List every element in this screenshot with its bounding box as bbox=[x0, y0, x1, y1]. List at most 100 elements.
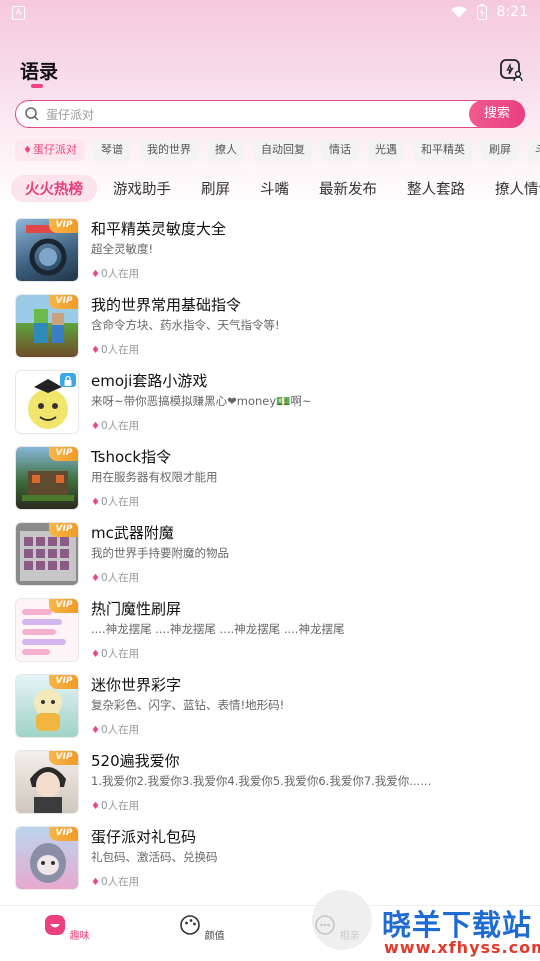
notification-icon: A bbox=[12, 6, 25, 20]
fire-icon: ♦ bbox=[91, 801, 100, 812]
search-bar: 搜索 bbox=[15, 100, 525, 128]
item-thumbnail: VIP bbox=[15, 826, 79, 890]
item-thumbnail: VIP bbox=[15, 218, 79, 282]
search-icon bbox=[25, 107, 39, 121]
item-thumbnail: VIP bbox=[15, 674, 79, 738]
item-description: ....神龙摆尾 ....神龙摆尾 ....神龙摆尾 ....神龙摆尾 bbox=[91, 622, 345, 636]
item-usage: ♦0人在用 bbox=[91, 646, 139, 661]
tab-latest[interactable]: 最新发布 bbox=[319, 178, 377, 199]
item-thumbnail: VIP bbox=[15, 598, 79, 662]
usage-count: 0人在用 bbox=[100, 876, 140, 888]
list-item[interactable]: VIP 和平精英灵敏度大全 超全灵敏度! ♦0人在用 bbox=[0, 214, 540, 290]
item-thumbnail bbox=[15, 370, 79, 434]
item-usage: ♦0人在用 bbox=[91, 798, 139, 813]
fun-icon bbox=[45, 915, 66, 935]
nav-fun-label: 趣味 bbox=[69, 931, 90, 942]
fire-icon: ♦ bbox=[23, 145, 32, 156]
vip-badge: VIP bbox=[49, 827, 78, 841]
page-title: 语录 bbox=[20, 61, 59, 83]
fire-icon: ♦ bbox=[91, 269, 100, 280]
list-item[interactable]: VIP 热门魔性刷屏 ....神龙摆尾 ....神龙摆尾 ....神龙摆尾 ..… bbox=[0, 594, 540, 670]
vip-badge: VIP bbox=[49, 219, 78, 233]
tab-game-helper[interactable]: 游戏助手 bbox=[113, 178, 171, 199]
usage-count: 0人在用 bbox=[100, 344, 140, 356]
nav-face[interactable]: 颜值 bbox=[172, 914, 232, 942]
tab-pranks[interactable]: 整人套路 bbox=[407, 178, 465, 199]
item-title: mc武器附魔 bbox=[91, 524, 174, 542]
item-description: 含命令方块、药水指令、天气指令等! bbox=[91, 318, 280, 332]
chip-keyword[interactable]: 情话 bbox=[320, 139, 359, 161]
vip-badge: VIP bbox=[49, 295, 78, 309]
search-button[interactable]: 搜索 bbox=[469, 100, 525, 128]
tab-spam[interactable]: 刷屏 bbox=[201, 178, 230, 199]
fire-icon: ♦ bbox=[91, 573, 100, 584]
item-title: 热门魔性刷屏 bbox=[91, 600, 182, 618]
battery-icon bbox=[476, 4, 487, 20]
usage-count: 0人在用 bbox=[100, 268, 140, 280]
watermark-sheep-logo bbox=[312, 890, 372, 950]
palette-icon bbox=[180, 915, 201, 935]
item-description: 超全灵敏度! bbox=[91, 242, 154, 256]
item-description: 我的世界手持要附魔的物品 bbox=[91, 546, 229, 560]
list-item[interactable]: VIP 迷你世界彩字 复杂彩色、闪字、蓝钻、表情!地形码! ♦0人在用 bbox=[0, 670, 540, 746]
list-item[interactable]: VIP 我的世界常用基础指令 含命令方块、药水指令、天气指令等! ♦0人在用 bbox=[0, 290, 540, 366]
usage-count: 0人在用 bbox=[100, 648, 140, 660]
category-tabs: 火火热榜 游戏助手 刷屏 斗嘴 最新发布 整人套路 撩人情话 bbox=[11, 174, 540, 202]
item-usage: ♦0人在用 bbox=[91, 874, 139, 889]
list-item[interactable]: VIP 蛋仔派对礼包码 礼包码、激活码、兑换码 ♦0人在用 bbox=[0, 822, 540, 898]
fire-icon: ♦ bbox=[91, 497, 100, 508]
item-title: emoji套路小游戏 bbox=[91, 372, 208, 390]
nav-face-label: 颜值 bbox=[204, 931, 225, 942]
item-usage: ♦0人在用 bbox=[91, 266, 139, 281]
list-item[interactable]: emoji套路小游戏 来呀~带你恶搞模拟赚黑心❤money💵啊~ ♦0人在用 bbox=[0, 366, 540, 442]
tab-flirting[interactable]: 撩人情话 bbox=[495, 178, 540, 199]
nav-fun[interactable]: 趣味 bbox=[37, 914, 97, 942]
item-title: 我的世界常用基础指令 bbox=[91, 296, 242, 314]
item-thumbnail: VIP bbox=[15, 522, 79, 586]
chip-keyword[interactable]: 光遇 bbox=[366, 139, 405, 161]
item-thumbnail: VIP bbox=[15, 750, 79, 814]
item-title: 迷你世界彩字 bbox=[91, 676, 182, 694]
clock: 8:21 bbox=[496, 4, 528, 20]
item-description: 礼包码、激活码、兑换码 bbox=[91, 850, 218, 864]
list-item[interactable]: VIP Tshock指令 用在服务器有权限才能用 ♦0人在用 bbox=[0, 442, 540, 518]
item-usage: ♦0人在用 bbox=[91, 418, 139, 433]
tab-banter[interactable]: 斗嘴 bbox=[260, 178, 289, 199]
contribute-icon[interactable] bbox=[498, 57, 524, 83]
fire-icon: ♦ bbox=[91, 421, 100, 432]
vip-badge: VIP bbox=[49, 751, 78, 765]
item-title: Tshock指令 bbox=[91, 448, 172, 466]
tab-hot[interactable]: 火火热榜 bbox=[11, 174, 97, 202]
chip-keyword[interactable]: 和平精英 bbox=[412, 139, 473, 161]
list-item[interactable]: VIP mc武器附魔 我的世界手持要附魔的物品 ♦0人在用 bbox=[0, 518, 540, 594]
search-input[interactable] bbox=[44, 104, 428, 126]
chip-keyword[interactable]: ♦蛋仔派对 bbox=[15, 139, 85, 161]
item-title: 和平精英灵敏度大全 bbox=[91, 220, 227, 238]
chip-keyword[interactable]: 自动回复 bbox=[252, 139, 313, 161]
lock-icon bbox=[60, 373, 76, 387]
chip-keyword[interactable]: 刷屏 bbox=[480, 139, 519, 161]
chip-keyword[interactable]: 斗嘴 bbox=[526, 139, 540, 161]
chip-label: 蛋仔派对 bbox=[32, 143, 77, 156]
usage-count: 0人在用 bbox=[100, 420, 140, 432]
item-description: 用在服务器有权限才能用 bbox=[91, 470, 218, 484]
vip-badge: VIP bbox=[49, 447, 78, 461]
item-usage: ♦0人在用 bbox=[91, 494, 139, 509]
vip-badge: VIP bbox=[49, 599, 78, 613]
content-list: VIP 和平精英灵敏度大全 超全灵敏度! ♦0人在用 VIP 我的世界常用基础指… bbox=[0, 214, 540, 898]
item-usage: ♦0人在用 bbox=[91, 570, 139, 585]
status-bar: A 8:21 bbox=[0, 0, 540, 26]
vip-badge: VIP bbox=[49, 523, 78, 537]
chip-keyword[interactable]: 琴谱 bbox=[92, 139, 131, 161]
item-description: 1.我爱你2.我爱你3.我爱你4.我爱你5.我爱你6.我爱你7.我爱你.....… bbox=[91, 774, 432, 788]
watermark-url: www.xfhyss.com bbox=[384, 938, 540, 957]
fire-icon: ♦ bbox=[91, 725, 100, 736]
item-usage: ♦0人在用 bbox=[91, 342, 139, 357]
chip-keyword[interactable]: 我的世界 bbox=[138, 139, 199, 161]
fire-icon: ♦ bbox=[91, 345, 100, 356]
hot-keyword-chips: ♦蛋仔派对 琴谱 我的世界 撩人 自动回复 情话 光遇 和平精英 刷屏 斗嘴 bbox=[15, 139, 540, 161]
chip-keyword[interactable]: 撩人 bbox=[206, 139, 245, 161]
item-thumbnail: VIP bbox=[15, 294, 79, 358]
item-description: 复杂彩色、闪字、蓝钻、表情!地形码! bbox=[91, 698, 285, 712]
list-item[interactable]: VIP 520遍我爱你 1.我爱你2.我爱你3.我爱你4.我爱你5.我爱你6.我… bbox=[0, 746, 540, 822]
